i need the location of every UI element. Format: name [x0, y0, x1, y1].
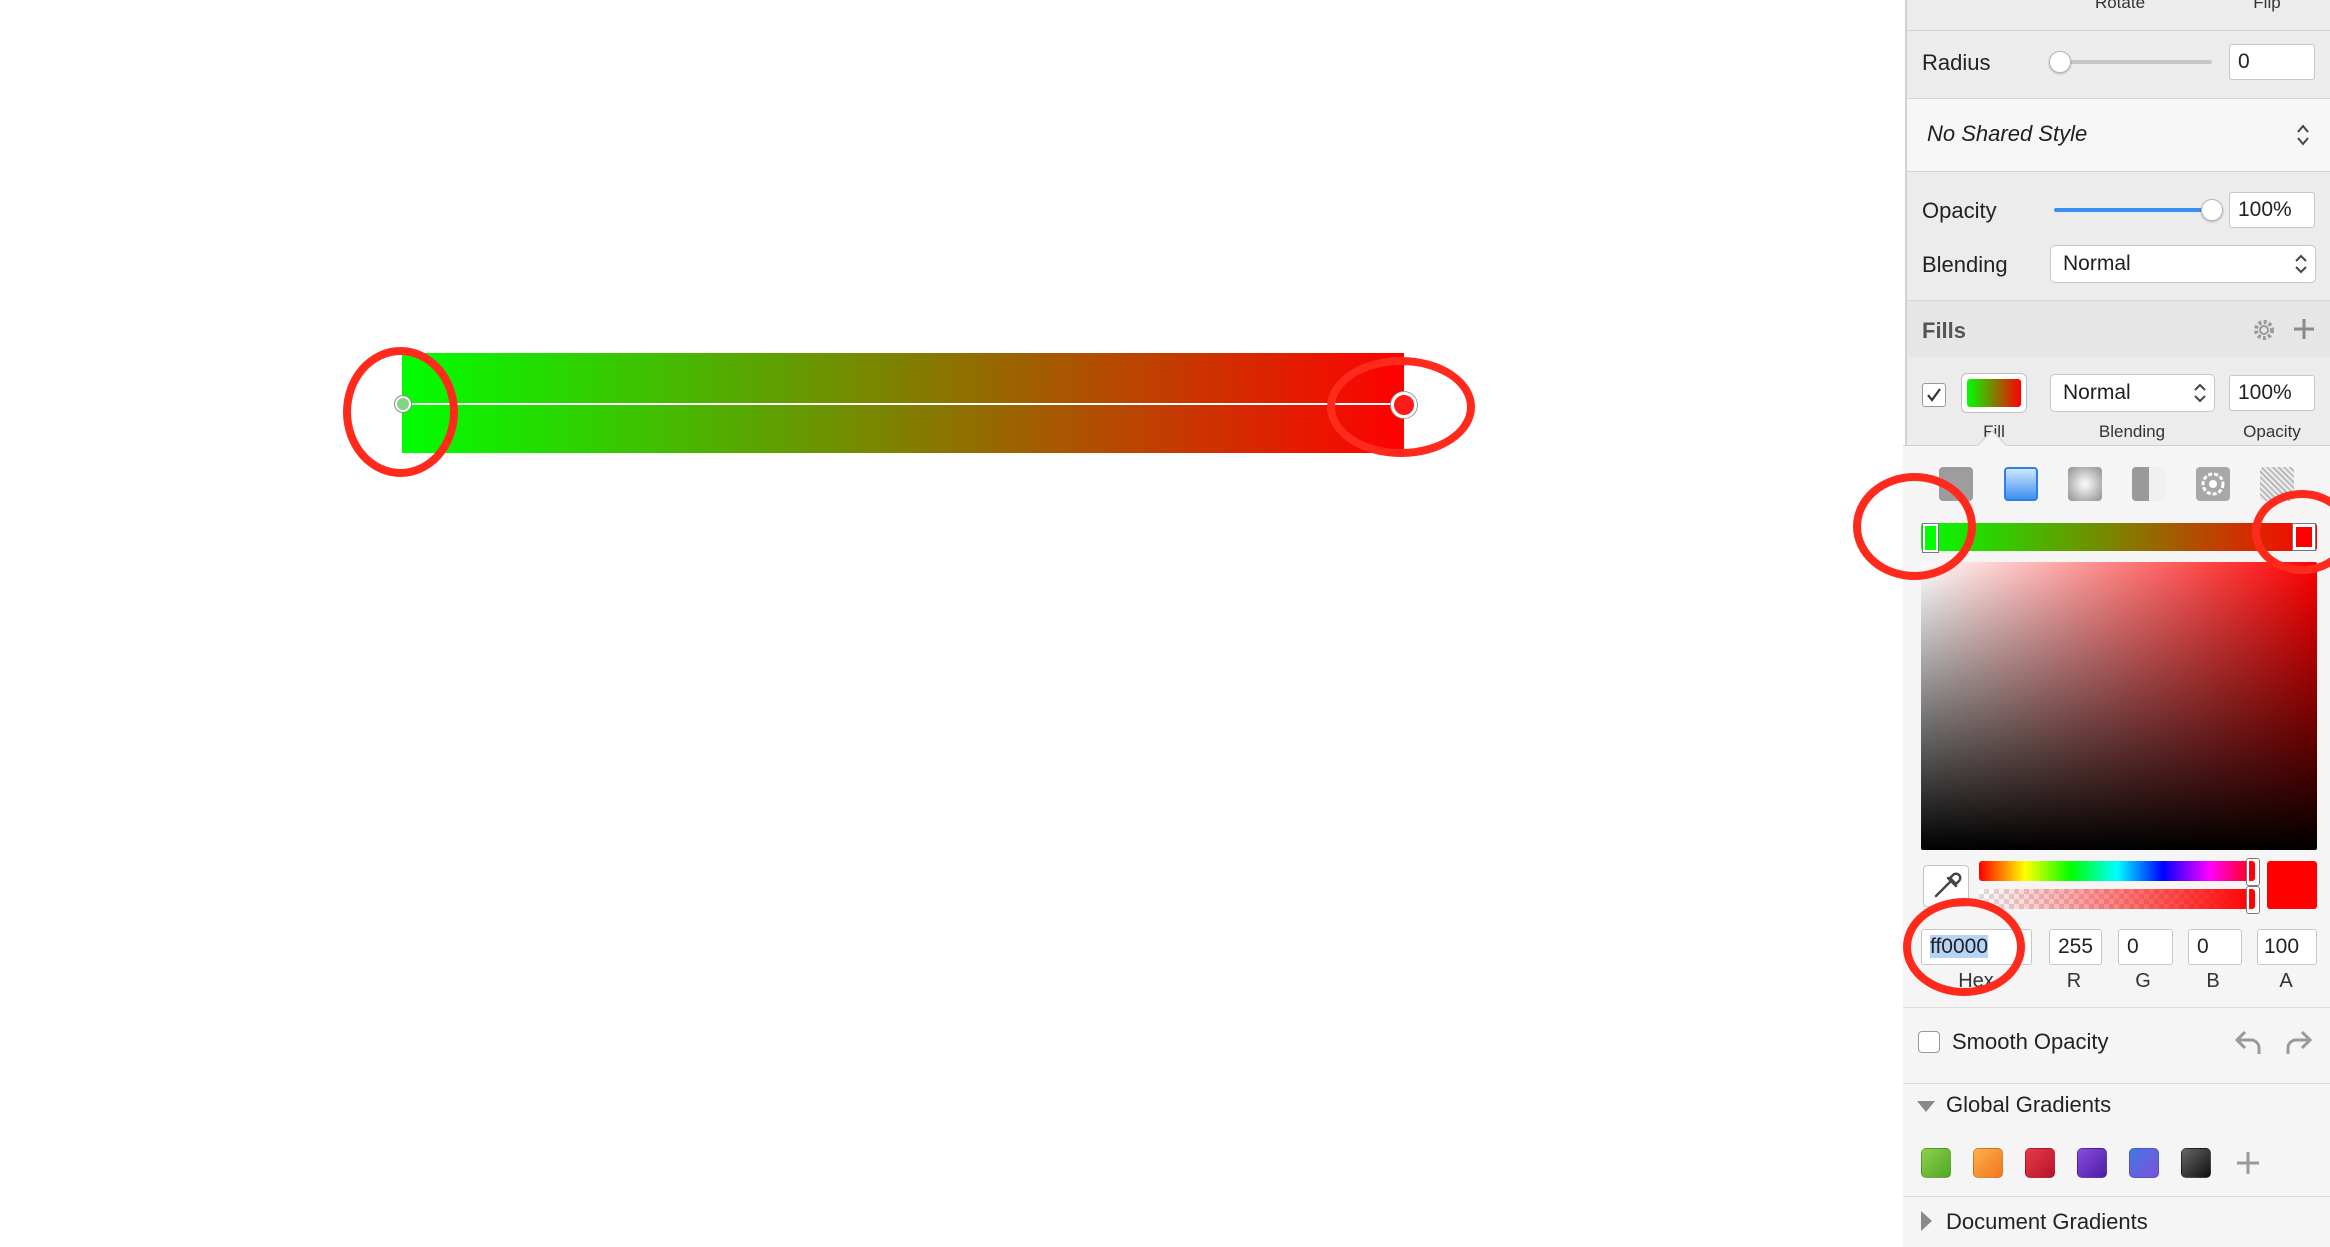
- rotate-label: Rotate: [2094, 0, 2146, 12]
- current-color-swatch: [2267, 861, 2317, 909]
- hue-slider[interactable]: [1979, 861, 2255, 881]
- blending-select[interactable]: Normal: [2050, 245, 2316, 283]
- smooth-opacity-label: Smooth Opacity: [1952, 1029, 2109, 1054]
- radial-gradient-icon[interactable]: [2068, 467, 2102, 501]
- canvas[interactable]: [0, 0, 1905, 1246]
- divider: [1903, 1083, 2330, 1084]
- flower-icon: [2201, 472, 2225, 496]
- blending-caption: Blending: [2098, 422, 2166, 441]
- gear-icon[interactable]: [2251, 317, 2277, 343]
- radius-slider-track[interactable]: [2054, 60, 2212, 64]
- annotation-circle: [1327, 357, 1475, 457]
- disclosure-triangle-open-icon[interactable]: [1915, 1098, 1937, 1114]
- fill-color-well[interactable]: [1961, 373, 2027, 413]
- add-fill-icon[interactable]: [2291, 316, 2317, 342]
- opacity-slider-knob[interactable]: [2201, 199, 2223, 221]
- fills-header: Fills: [1907, 301, 2330, 357]
- fills-title: Fills: [1922, 318, 1967, 343]
- smooth-opacity-checkbox[interactable]: [1918, 1031, 1940, 1053]
- redo-icon[interactable]: [2282, 1028, 2314, 1056]
- gradient-direction-line: [403, 403, 1402, 405]
- checkmark-icon: [1927, 388, 1941, 402]
- radius-label: Radius: [1922, 50, 1991, 75]
- global-gradients-label: Global Gradients: [1946, 1092, 2112, 1117]
- shared-style-value: No Shared Style: [1927, 121, 2088, 146]
- blue-input[interactable]: 0: [2188, 929, 2242, 965]
- global-gradient-swatch[interactable]: [1921, 1148, 1951, 1178]
- alpha-slider-thumb[interactable]: [2247, 887, 2259, 913]
- fill-opacity-input[interactable]: 100%: [2229, 375, 2315, 411]
- alpha-label: A: [2279, 970, 2293, 992]
- global-gradient-swatch[interactable]: [2129, 1148, 2159, 1178]
- radius-input[interactable]: 0: [2229, 44, 2315, 80]
- green-label: G: [2135, 970, 2151, 992]
- divider: [1907, 171, 2330, 172]
- annotation-circle: [1853, 473, 1976, 580]
- alpha-slider[interactable]: [1979, 889, 2255, 909]
- annotation-circle: [1903, 898, 2025, 996]
- global-gradient-swatch[interactable]: [2025, 1148, 2055, 1178]
- red-input[interactable]: 255: [2049, 929, 2102, 965]
- popover-arrow: [1977, 430, 2007, 447]
- opacity-input[interactable]: 100%: [2229, 192, 2315, 228]
- saturation-brightness-area[interactable]: [1921, 562, 2317, 850]
- divider: [1903, 1007, 2330, 1008]
- divider: [1907, 30, 2330, 31]
- red-label: R: [2066, 970, 2082, 992]
- green-input[interactable]: 0: [2118, 929, 2173, 965]
- global-gradient-swatch[interactable]: [1973, 1148, 2003, 1178]
- angular-gradient-icon[interactable]: [2132, 467, 2166, 501]
- blending-label: Blending: [1922, 252, 2008, 277]
- hue-slider-thumb[interactable]: [2247, 859, 2259, 885]
- pattern-fill-icon[interactable]: [2196, 467, 2230, 501]
- opacity-slider-track[interactable]: [2054, 208, 2212, 212]
- opacity-caption: Opacity: [2243, 422, 2301, 441]
- disclosure-triangle-closed-icon[interactable]: [1918, 1209, 1934, 1233]
- updown-chevron-icon: [2194, 383, 2206, 403]
- undo-icon[interactable]: [2233, 1028, 2265, 1056]
- document-gradients-label: Document Gradients: [1946, 1209, 2148, 1234]
- add-gradient-icon[interactable]: [2233, 1148, 2263, 1178]
- opacity-label: Opacity: [1922, 198, 1997, 223]
- flip-label: Flip: [2253, 0, 2281, 12]
- alpha-input[interactable]: 100: [2257, 929, 2317, 965]
- fill-enabled-checkbox[interactable]: [1922, 383, 1946, 407]
- shared-style-selector[interactable]: No Shared Style: [1907, 99, 2330, 171]
- updown-chevron-icon: [2295, 254, 2307, 274]
- global-gradient-swatch[interactable]: [2077, 1148, 2107, 1178]
- global-gradient-swatch[interactable]: [2181, 1148, 2211, 1178]
- fill-blending-select[interactable]: Normal: [2050, 374, 2215, 412]
- annotation-circle: [343, 347, 458, 477]
- blending-value: Normal: [2063, 252, 2131, 275]
- fill-blending-value: Normal: [2063, 381, 2131, 404]
- linear-gradient-icon[interactable]: [2004, 467, 2038, 501]
- radius-slider-knob[interactable]: [2049, 51, 2071, 73]
- blue-label: B: [2206, 970, 2220, 992]
- updown-chevron-icon: [2297, 124, 2309, 146]
- divider: [1903, 1196, 2330, 1197]
- fill-gradient-preview: [1967, 379, 2021, 407]
